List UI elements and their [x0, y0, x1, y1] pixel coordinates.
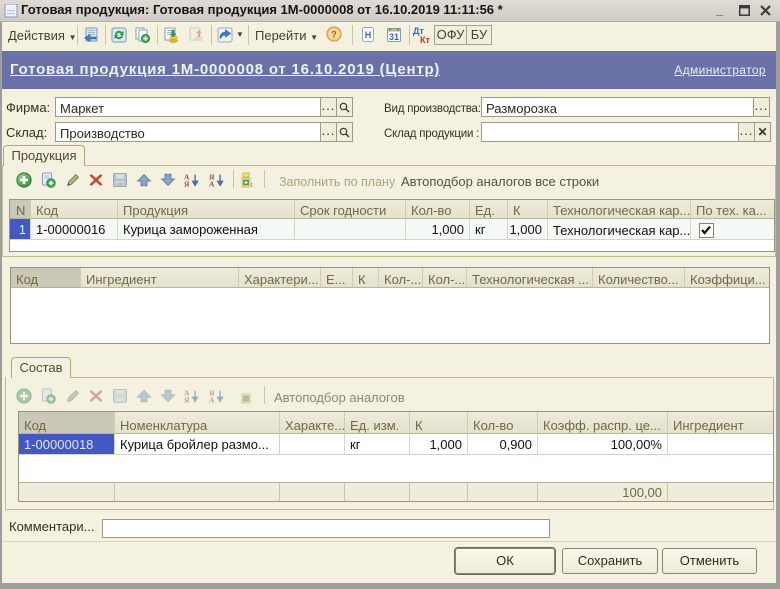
svg-text:Я: Я	[184, 180, 190, 188]
svg-text:31: 31	[389, 32, 399, 42]
svg-text:Н: Н	[365, 30, 372, 40]
svg-text:?: ?	[331, 30, 336, 40]
svg-text:t: t	[251, 183, 253, 188]
svg-text:А: А	[209, 396, 215, 404]
svg-text:Я: Я	[184, 396, 190, 404]
svg-text:А: А	[209, 180, 215, 188]
svg-text:сох: сох	[117, 181, 123, 186]
